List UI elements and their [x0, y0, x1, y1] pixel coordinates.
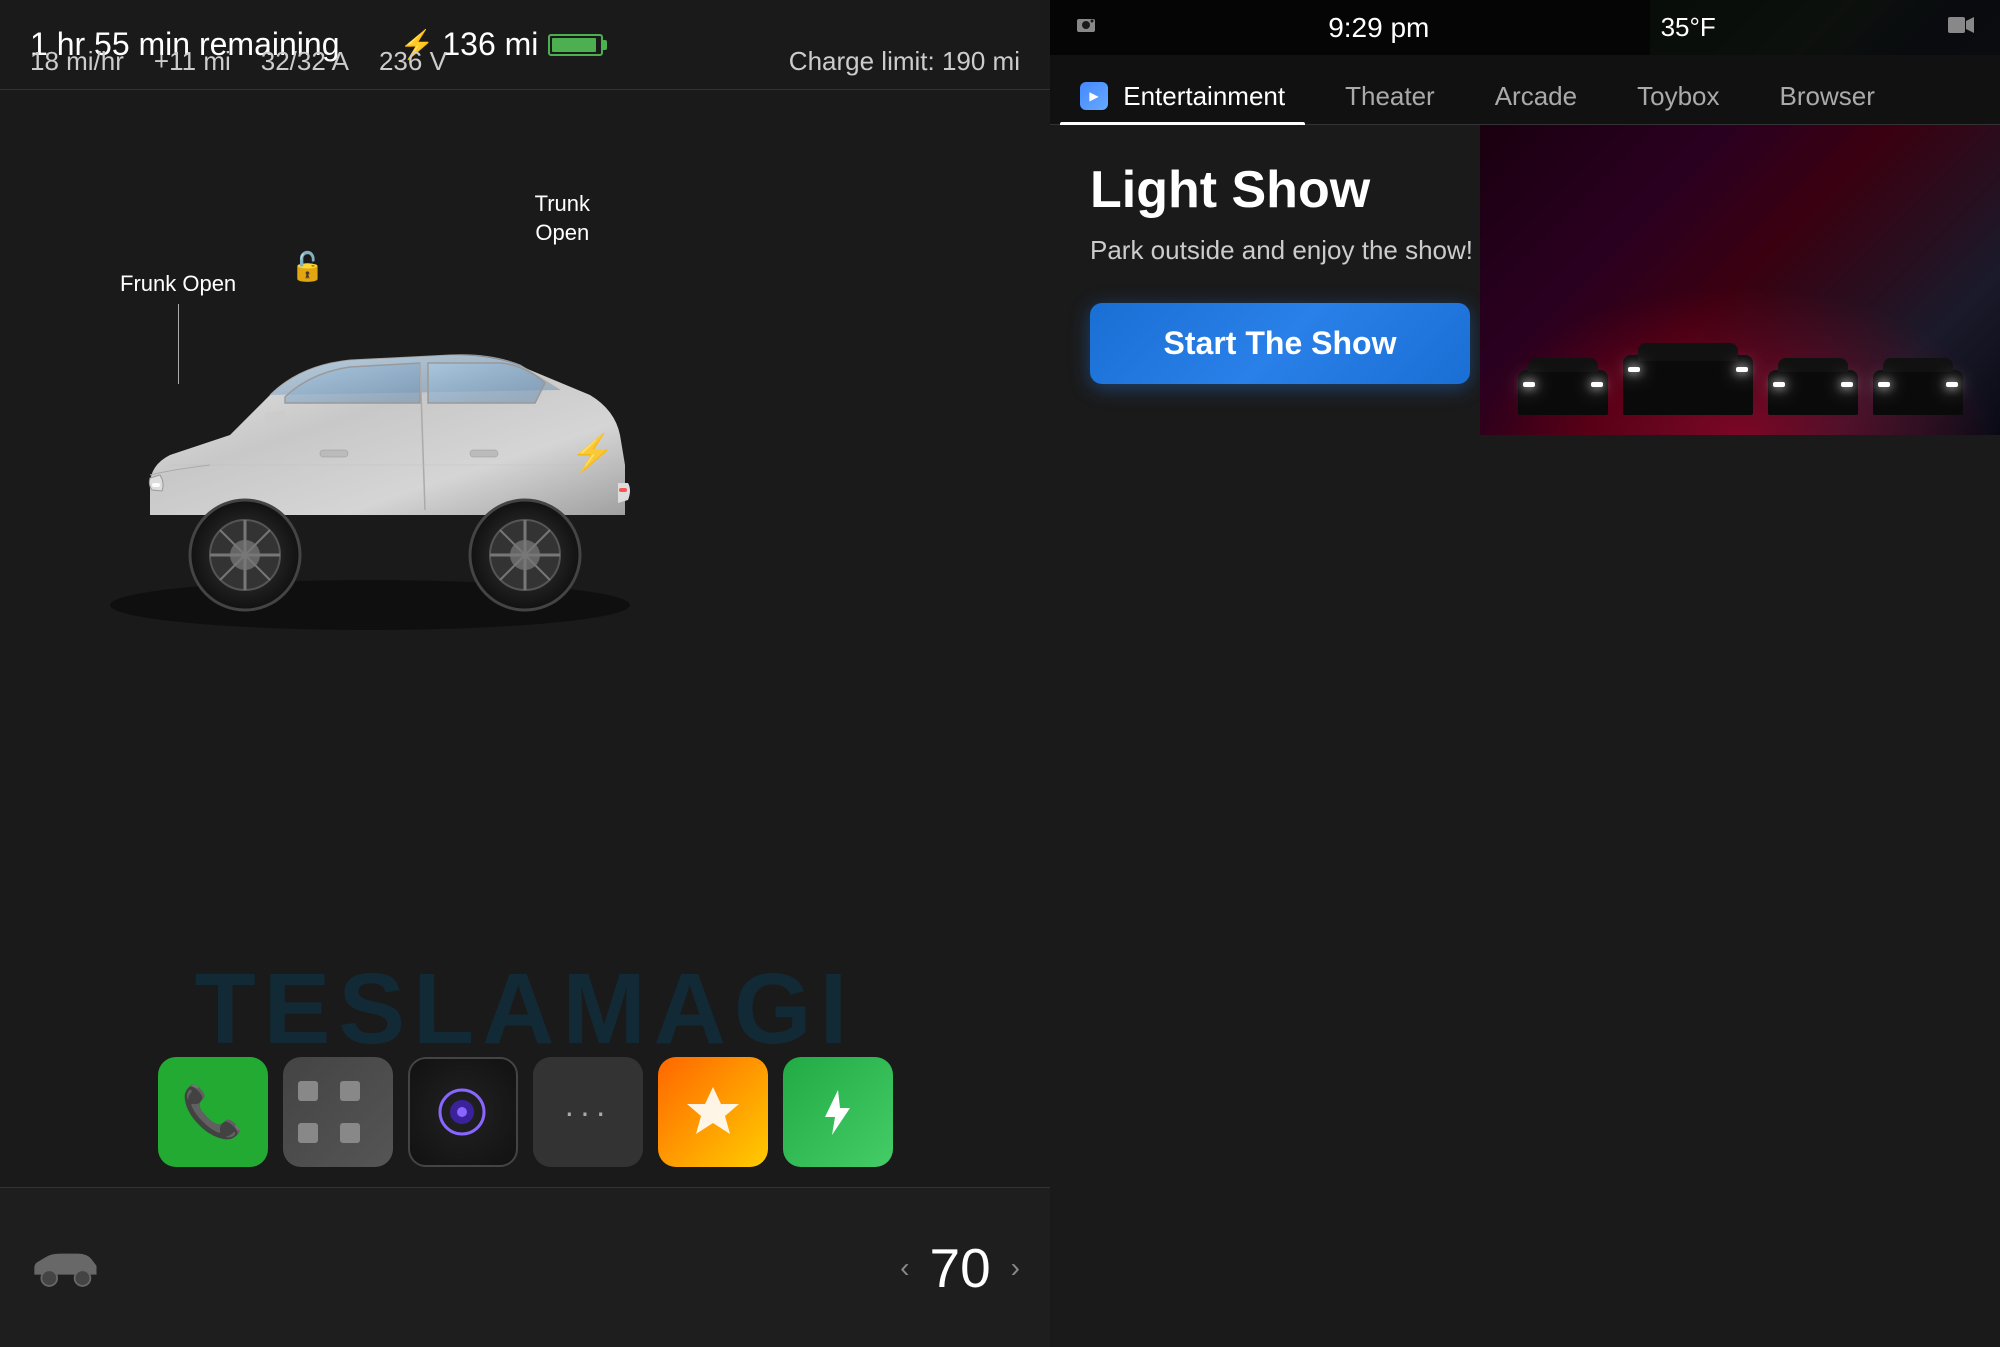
tab-toybox[interactable]: Toybox — [1607, 69, 1749, 124]
car-icon-small — [30, 1248, 100, 1288]
headlights-right — [1841, 382, 1853, 387]
charge-limit: Charge limit: 190 mi — [789, 46, 1020, 77]
show-car-4 — [1873, 370, 1963, 415]
energy-app[interactable] — [783, 1057, 893, 1167]
range-stat: +11 mi — [154, 46, 231, 77]
car-svg: ⚡ — [70, 210, 650, 660]
headlights-left — [1523, 382, 1535, 387]
left-panel: 1 hr 55 min remaining ⚡ 136 mi 18 mi/hr … — [0, 0, 1050, 1347]
tab-theater[interactable]: Theater — [1315, 69, 1465, 124]
status-bar-left: 1 hr 55 min remaining ⚡ 136 mi 18 mi/hr … — [0, 0, 1050, 90]
status-bar-right: 9:29 pm 35°F — [1050, 0, 2000, 55]
charge-stats: 18 mi/hr +11 mi 32/32 A 236 V — [30, 46, 447, 77]
speed-stat: 18 mi/hr — [30, 46, 124, 77]
svg-text:⚡: ⚡ — [570, 432, 615, 474]
amps-stat: 32/32 A — [261, 46, 349, 77]
phone-app[interactable]: 📞 — [158, 1057, 268, 1167]
headlights-right — [1946, 382, 1958, 387]
battery-bar — [548, 34, 603, 56]
dots-app[interactable]: ··· — [533, 1057, 643, 1167]
show-car-main — [1623, 355, 1753, 415]
headlights-right — [1591, 382, 1603, 387]
entertainment-icon — [1080, 82, 1108, 110]
car-visualization: Frunk Open 🔓 TrunkOpen — [0, 90, 1050, 740]
tab-entertainment[interactable]: Entertainment — [1050, 69, 1315, 124]
headlights-left — [1878, 382, 1890, 387]
bottom-dock: ‹ 70 › — [0, 1187, 1050, 1347]
apps-icon[interactable] — [283, 1057, 393, 1167]
nav-tabs: Entertainment Theater Arcade Toybox Brow… — [1050, 55, 2000, 125]
headlights-left — [1773, 382, 1785, 387]
temp-control: ‹ 70 › — [900, 1236, 1020, 1300]
charge-mi: 136 mi — [442, 26, 538, 63]
tab-arcade[interactable]: Arcade — [1465, 69, 1607, 124]
video-icon — [1947, 14, 1975, 42]
siri-app[interactable] — [408, 1057, 518, 1167]
show-car-1 — [1518, 370, 1608, 415]
status-temp: 35°F — [1661, 12, 1716, 43]
show-car-3 — [1768, 370, 1858, 415]
tab-browser[interactable]: Browser — [1750, 69, 1905, 124]
headlights-right — [1736, 367, 1748, 372]
headlights-left — [1628, 367, 1640, 372]
camera-icon — [1075, 14, 1097, 42]
voltage-stat: 236 V — [379, 46, 447, 77]
car-show-cars — [1480, 355, 2000, 415]
temp-increase[interactable]: › — [1011, 1252, 1020, 1284]
temperature-value: 70 — [929, 1236, 990, 1300]
status-time: 9:29 pm — [1328, 12, 1429, 44]
right-panel: 9:29 pm 35°F Entertainment Theater Arcad… — [1050, 0, 2000, 1347]
temp-decrease[interactable]: ‹ — [900, 1252, 909, 1284]
party-app[interactable] — [658, 1057, 768, 1167]
app-dock: 📞 ··· — [0, 1037, 1050, 1187]
car-show-image — [1480, 125, 2000, 435]
start-show-button[interactable]: Start The Show — [1090, 303, 1470, 384]
